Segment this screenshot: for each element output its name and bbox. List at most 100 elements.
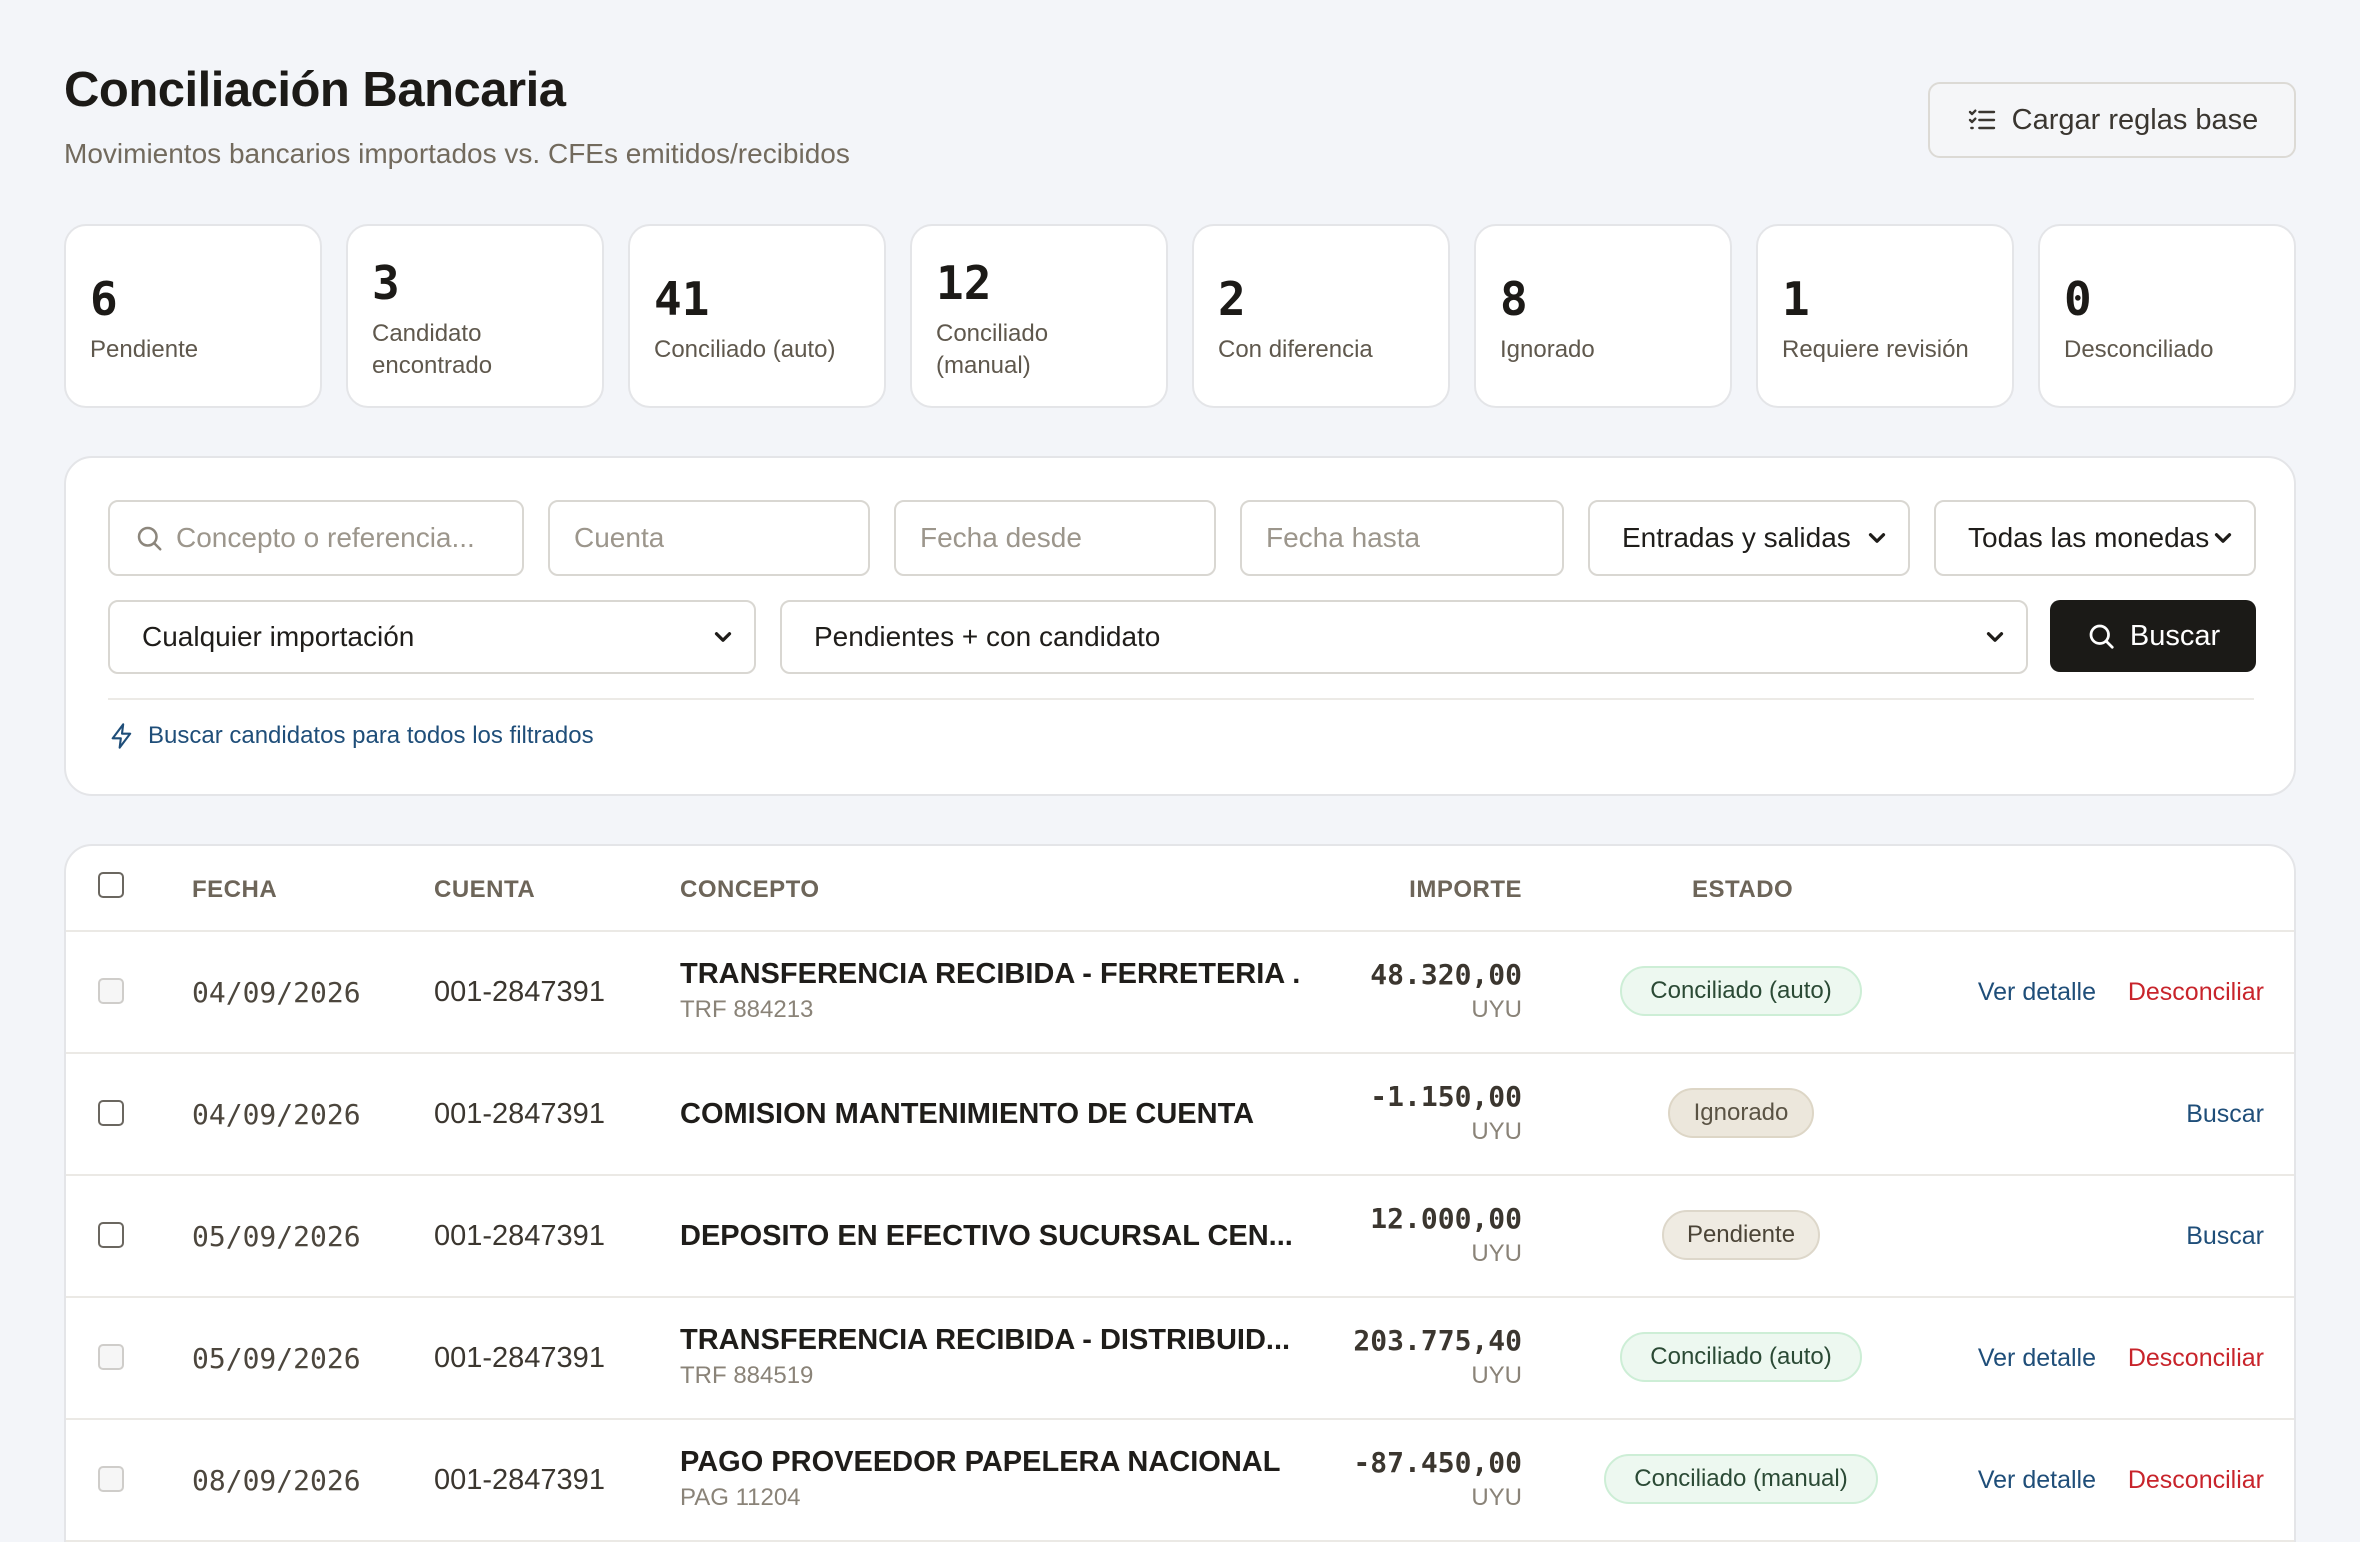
row-concept: TRANSFERENCIA RECIBIDA - DISTRIBUID... (680, 1324, 1291, 1356)
view-detail-link[interactable]: Ver detalle (1978, 1344, 2096, 1373)
search-button[interactable]: Buscar (2050, 600, 2256, 672)
currency-selected-value: Todas las monedas (1968, 522, 2210, 553)
stat-card-conciliado-auto[interactable]: 41 Conciliado (auto) (628, 224, 886, 408)
row-account: 001-2847391 (434, 1342, 605, 1374)
stat-label: Con diferencia (1218, 336, 1373, 363)
search-button-label: Buscar (2129, 619, 2221, 652)
row-checkbox (98, 978, 124, 1004)
import-select[interactable]: Cualquier importación (108, 600, 756, 674)
chevron-down-icon (1868, 533, 1886, 543)
bulk-find-candidates-label: Buscar candidatos para todos los filtrad… (148, 722, 594, 749)
column-header-date[interactable]: FECHA (192, 876, 277, 904)
unreconcile-link[interactable]: Desconciliar (2128, 978, 2264, 1007)
row-checkbox[interactable] (98, 1100, 124, 1126)
select-all-checkbox[interactable] (98, 872, 124, 898)
view-detail-link[interactable]: Ver detalle (1978, 978, 2096, 1007)
row-date: 04/09/2026 (192, 1098, 361, 1131)
bulk-find-candidates-link[interactable]: Buscar candidatos para todos los filtrad… (108, 722, 594, 750)
table-row[interactable]: 04/09/2026 001-2847391 COMISION MANTENIM… (66, 1054, 2294, 1176)
row-date: 05/09/2026 (192, 1342, 361, 1375)
table-row[interactable]: 05/09/2026 001-2847391 DEPOSITO EN EFECT… (66, 1176, 2294, 1298)
stat-value: 41 (654, 272, 710, 326)
row-date: 04/09/2026 (192, 976, 361, 1009)
unreconcile-link[interactable]: Desconciliar (2128, 1466, 2264, 1495)
stat-value: 1 (1782, 272, 1810, 326)
row-amount: 203.775,40 (1353, 1324, 1522, 1357)
row-date: 05/09/2026 (192, 1220, 361, 1253)
row-concept: PAGO PROVEEDOR PAPELERA NACIONAL (680, 1446, 1281, 1478)
row-concept: COMISION MANTENIMIENTO DE CUENTA (680, 1098, 1255, 1130)
status-badge: Conciliado (auto) (1620, 1332, 1862, 1382)
stat-label: Conciliado (manual) (936, 320, 1049, 379)
find-candidates-link[interactable]: Buscar (2186, 1222, 2264, 1251)
column-header-status[interactable]: ESTADO (1692, 876, 1793, 904)
stat-value: 3 (372, 256, 400, 310)
stat-label: Conciliado (auto) (654, 336, 836, 363)
row-account: 001-2847391 (434, 1220, 605, 1252)
date-from-input[interactable]: Fecha desde (894, 500, 1216, 576)
stat-value: 12 (936, 256, 992, 310)
row-currency: UYU (1471, 1484, 1522, 1511)
date-to-placeholder: Fecha hasta (1266, 522, 1421, 553)
row-currency: UYU (1471, 996, 1522, 1023)
status-summary: 6 Pendiente 3 Candidato encontrado 41 Co… (64, 224, 2296, 408)
stat-value: 0 (2064, 272, 2092, 326)
row-reference: TRF 884519 (680, 1362, 814, 1389)
import-selected-value: Cualquier importación (142, 621, 415, 652)
row-amount: -1.150,00 (1370, 1080, 1522, 1113)
chevron-down-icon (714, 632, 732, 642)
table-row[interactable]: 04/09/2026 001-2847391 TRANSFERENCIA REC… (66, 932, 2294, 1054)
stat-value: 8 (1500, 272, 1528, 326)
stat-card-candidato[interactable]: 3 Candidato encontrado (346, 224, 604, 408)
stat-card-con-diferencia[interactable]: 2 Con diferencia (1192, 224, 1450, 408)
stat-card-pendiente[interactable]: 6 Pendiente (64, 224, 322, 408)
row-reference: TRF 884213 (680, 996, 814, 1023)
lightning-icon (111, 723, 132, 749)
chevron-down-icon (2214, 533, 2232, 543)
reconciliation-page: Conciliación Bancaria Movimientos bancar… (64, 0, 2296, 1542)
search-placeholder: Concepto o referencia... (176, 522, 475, 553)
stat-card-desconciliado[interactable]: 0 Desconciliado (2038, 224, 2296, 408)
stat-label: Candidato encontrado (372, 320, 493, 379)
date-to-input[interactable]: Fecha hasta (1240, 500, 1564, 576)
row-amount: 48.320,00 (1370, 958, 1522, 991)
row-account: 001-2847391 (434, 1098, 605, 1130)
row-currency: UYU (1471, 1118, 1522, 1145)
status-badge: Conciliado (manual) (1604, 1454, 1878, 1504)
stat-card-ignorado[interactable]: 8 Ignorado (1474, 224, 1732, 408)
page-title: Conciliación Bancaria (64, 63, 566, 117)
row-amount: -87.450,00 (1353, 1446, 1522, 1479)
filters-divider (108, 698, 2254, 700)
load-base-rules-button[interactable]: Cargar reglas base (1928, 82, 2296, 158)
stat-value: 2 (1218, 272, 1246, 326)
stat-label: Ignorado (1500, 336, 1595, 363)
column-header-account[interactable]: CUENTA (434, 876, 535, 904)
load-base-rules-label: Cargar reglas base (2011, 103, 2259, 136)
row-date: 08/09/2026 (192, 1464, 361, 1497)
view-detail-link[interactable]: Ver detalle (1978, 1466, 2096, 1495)
status-badge: Conciliado (auto) (1620, 966, 1862, 1016)
status-filter-select[interactable]: Pendientes + con candidato (780, 600, 2028, 674)
row-account: 001-2847391 (434, 1464, 605, 1496)
direction-select[interactable]: Entradas y salidas (1588, 500, 1910, 576)
column-header-amount[interactable]: IMPORTE (1409, 876, 1522, 904)
account-input[interactable]: Cuenta (548, 500, 870, 576)
currency-select[interactable]: Todas las monedas (1934, 500, 2256, 576)
movements-table: FECHA CUENTA CONCEPTO IMPORTE ESTADO 04/… (64, 844, 2296, 1542)
row-amount: 12.000,00 (1370, 1202, 1522, 1235)
table-row[interactable]: 08/09/2026 001-2847391 PAGO PROVEEDOR PA… (66, 1420, 2294, 1542)
unreconcile-link[interactable]: Desconciliar (2128, 1344, 2264, 1373)
status-filter-selected-value: Pendientes + con candidato (814, 621, 1161, 652)
find-candidates-link[interactable]: Buscar (2186, 1100, 2264, 1129)
stat-card-requiere-revision[interactable]: 1 Requiere revisión (1756, 224, 2014, 408)
chevron-down-icon (1986, 632, 2004, 642)
filters-panel: Concepto o referencia... Cuenta Fecha de… (64, 456, 2296, 796)
concept-search-input[interactable]: Concepto o referencia... (108, 500, 524, 576)
row-checkbox[interactable] (98, 1222, 124, 1248)
status-badge: Pendiente (1662, 1210, 1820, 1260)
table-row[interactable]: 05/09/2026 001-2847391 TRANSFERENCIA REC… (66, 1298, 2294, 1420)
column-header-concept[interactable]: CONCEPTO (680, 876, 820, 904)
stat-card-conciliado-manual[interactable]: 12 Conciliado (manual) (910, 224, 1168, 408)
search-icon (137, 526, 162, 551)
row-currency: UYU (1471, 1362, 1522, 1389)
